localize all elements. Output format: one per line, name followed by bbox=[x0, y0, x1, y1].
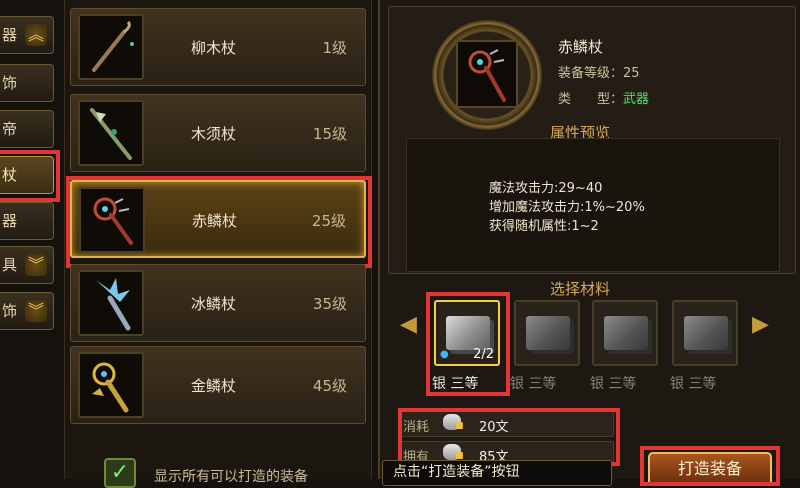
item-name: 赤鳞杖 bbox=[192, 212, 238, 230]
red-scale-staff-icon bbox=[456, 40, 518, 108]
category-label: 杖 bbox=[2, 166, 18, 184]
show-all-checkbox[interactable]: ✓ bbox=[104, 458, 136, 488]
arrow-left-icon[interactable]: ◀ bbox=[400, 312, 417, 337]
list-item[interactable]: 冰鳞杖 35级 bbox=[70, 264, 366, 342]
category-label: 器 bbox=[2, 212, 18, 230]
list-item-selected[interactable]: 赤鳞杖 25级 bbox=[70, 180, 366, 258]
category-label: 饰 bbox=[2, 74, 18, 92]
silver-ingot-icon bbox=[604, 316, 648, 350]
attr-line: 魔法攻击力:29~40 bbox=[489, 181, 603, 196]
category-tab-3[interactable]: 帝 bbox=[0, 110, 54, 148]
category-label: 帝 bbox=[2, 120, 18, 138]
lock-icon: ● bbox=[440, 349, 449, 360]
item-name: 柳木杖 bbox=[191, 39, 237, 57]
craft-button[interactable]: 打造装备 bbox=[648, 452, 772, 486]
list-item[interactable]: 木须杖 15级 bbox=[70, 94, 366, 172]
equipment-type-value: 武器 bbox=[623, 92, 650, 107]
equipment-type-row: 类 型：武器 bbox=[558, 88, 649, 107]
material-count: 2/2 bbox=[473, 347, 494, 362]
category-tab-6[interactable]: 具 ︾ bbox=[0, 246, 54, 284]
category-tab-5[interactable]: 器 bbox=[0, 202, 54, 240]
item-name: 金鳞杖 bbox=[191, 377, 237, 395]
item-level: 45级 bbox=[312, 377, 347, 395]
category-tab-2[interactable]: 饰 bbox=[0, 64, 54, 102]
willow-staff-icon bbox=[78, 14, 144, 80]
silver-ingot-icon bbox=[446, 316, 490, 350]
craft-hint-tooltip: 点击“打造装备”按钮 bbox=[382, 460, 612, 486]
item-level: 1级 bbox=[322, 39, 347, 57]
item-level: 35级 bbox=[312, 295, 347, 313]
item-level: 15级 bbox=[312, 125, 347, 143]
attr-line: 获得随机属性:1~2 bbox=[489, 219, 599, 234]
silver-ingot-icon bbox=[684, 316, 728, 350]
chevron-down-icon: ︾ bbox=[25, 254, 47, 276]
chevron-up-icon: ︽ bbox=[25, 24, 47, 46]
show-all-label: 显示所有可以打造的装备 bbox=[154, 469, 308, 485]
material-label: 银 三等 bbox=[510, 376, 557, 392]
list-item[interactable]: 柳木杖 1级 bbox=[70, 8, 366, 86]
lock-icon: ■ bbox=[455, 421, 464, 431]
material-slot[interactable] bbox=[514, 300, 580, 366]
category-label: 具 bbox=[2, 256, 18, 274]
equipment-level-label: 装备等级： bbox=[558, 66, 624, 81]
materials-title: 选择材料 bbox=[550, 280, 611, 298]
category-label: 饰 bbox=[2, 302, 18, 320]
category-label: 器 bbox=[2, 26, 18, 44]
item-name: 木须杖 bbox=[191, 125, 237, 143]
arrow-right-icon[interactable]: ▶ bbox=[752, 312, 769, 337]
equipment-level-value: 25 bbox=[623, 66, 640, 81]
cost-consume-row: 消耗 ■ 20文 bbox=[398, 411, 614, 437]
item-level: 25级 bbox=[311, 212, 346, 230]
list-item[interactable]: 金鳞杖 45级 bbox=[70, 346, 366, 424]
category-tab-4[interactable]: 杖 bbox=[0, 156, 54, 194]
beard-staff-icon bbox=[78, 100, 144, 166]
item-name: 冰鳞杖 bbox=[191, 295, 237, 313]
consume-value: 20文 bbox=[479, 420, 509, 435]
chevron-down-icon: ︾ bbox=[25, 300, 47, 322]
ice-scale-staff-icon bbox=[78, 270, 144, 336]
equipment-type-label: 类 型： bbox=[558, 92, 624, 107]
material-slot[interactable] bbox=[672, 300, 738, 366]
equipment-level-row: 装备等级：25 bbox=[558, 62, 640, 81]
attr-line: 增加魔法攻击力:1%~20% bbox=[489, 200, 645, 215]
material-label: 银 三等 bbox=[670, 376, 717, 392]
consume-label: 消耗 bbox=[403, 420, 430, 435]
category-tab-1[interactable]: 器 ︽ bbox=[0, 16, 54, 54]
material-slot-selected[interactable]: ● 2/2 bbox=[434, 300, 500, 366]
material-label: 银 三等 bbox=[432, 376, 479, 392]
gold-scale-staff-icon bbox=[78, 352, 144, 418]
equipment-name: 赤鳞杖 bbox=[558, 38, 604, 56]
silver-ingot-icon bbox=[526, 316, 570, 350]
material-slot[interactable] bbox=[592, 300, 658, 366]
red-scale-staff-icon bbox=[79, 187, 145, 253]
category-tab-7[interactable]: 饰 ︾ bbox=[0, 292, 54, 330]
material-label: 银 三等 bbox=[590, 376, 637, 392]
